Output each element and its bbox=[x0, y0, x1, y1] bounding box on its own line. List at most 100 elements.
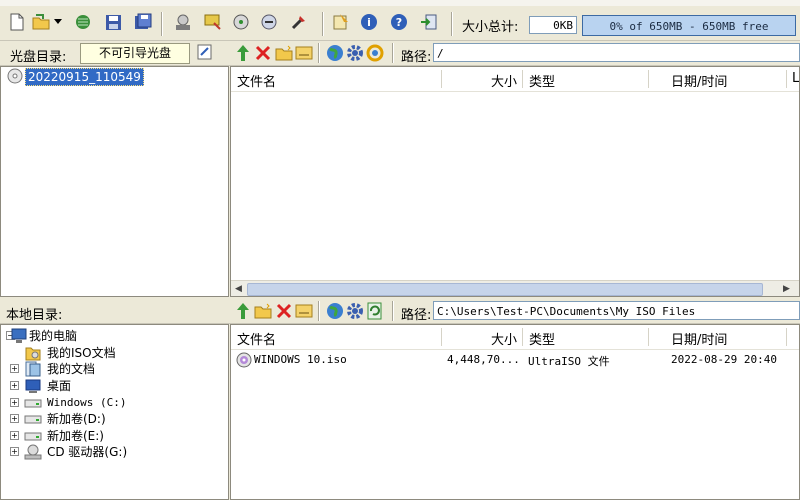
local-settings-button[interactable] bbox=[344, 300, 366, 322]
compress-button[interactable] bbox=[258, 11, 280, 33]
local-delete-button[interactable] bbox=[273, 300, 295, 322]
cd-delete-button[interactable] bbox=[252, 42, 274, 64]
local-up-button[interactable] bbox=[232, 300, 254, 322]
cd-new-folder-button[interactable] bbox=[273, 42, 295, 64]
expand-icon[interactable]: + bbox=[10, 414, 19, 423]
scroll-thumb[interactable] bbox=[247, 283, 763, 296]
burn-icon bbox=[204, 14, 221, 30]
help-button[interactable]: ? bbox=[388, 11, 410, 33]
exit-button[interactable] bbox=[418, 11, 440, 33]
boot-status-box[interactable]: 不可引导光盘 bbox=[80, 43, 190, 64]
edit-icon bbox=[197, 44, 212, 60]
cd-pane-header: 光盘目录: 不可引导光盘 路径: / bbox=[0, 41, 800, 66]
column-filename[interactable]: 文件名 bbox=[237, 329, 276, 348]
local-path-input[interactable]: C:\Users\Test-PC\Documents\My ISO Files bbox=[433, 301, 800, 320]
local-new-folder-button[interactable] bbox=[252, 300, 274, 322]
column-type[interactable]: 类型 bbox=[529, 71, 555, 90]
extract-icon bbox=[76, 15, 90, 29]
expand-icon[interactable]: + bbox=[10, 398, 19, 407]
cd-tree-root-label: 20220915_110549 bbox=[25, 68, 144, 86]
column-divider bbox=[522, 328, 523, 346]
local-browse-button[interactable] bbox=[324, 300, 346, 322]
total-size-label: 大小总计: bbox=[462, 20, 519, 35]
virtual-drive-icon bbox=[233, 14, 249, 30]
new-button[interactable] bbox=[6, 11, 28, 33]
file-date: 2022-08-29 20:40 bbox=[671, 353, 777, 366]
column-divider bbox=[648, 328, 649, 346]
column-divider bbox=[786, 70, 787, 88]
cd-path-input[interactable]: / bbox=[433, 43, 800, 62]
column-extra[interactable]: L bbox=[792, 71, 799, 86]
cd-horizontal-scrollbar[interactable]: ◀ ▶ bbox=[231, 280, 799, 296]
column-divider bbox=[786, 328, 787, 346]
properties-button[interactable] bbox=[288, 11, 310, 33]
tools-icon bbox=[291, 16, 305, 30]
refresh-icon bbox=[367, 302, 382, 320]
column-divider bbox=[648, 70, 649, 88]
help-icon: ? bbox=[391, 14, 407, 30]
toolbar-separator bbox=[161, 12, 163, 36]
column-date[interactable]: 日期/时间 bbox=[671, 329, 727, 348]
cd-file-list: 文件名 大小 类型 日期/时间 L ◀ ▶ bbox=[230, 66, 800, 297]
up-arrow-icon bbox=[237, 303, 249, 319]
extract-button[interactable] bbox=[72, 11, 94, 33]
cd-path-label: 路径: bbox=[401, 50, 432, 65]
info-button[interactable]: i bbox=[358, 11, 380, 33]
tree-item-label: 我的电脑 bbox=[29, 329, 78, 343]
local-refresh-button[interactable] bbox=[364, 300, 386, 322]
floppy-disk-icon bbox=[105, 14, 121, 30]
save-as-button[interactable] bbox=[132, 11, 154, 33]
folder-icon bbox=[25, 347, 41, 361]
column-type[interactable]: 类型 bbox=[529, 329, 555, 348]
cd-image-icon bbox=[176, 14, 190, 30]
scroll-left-icon[interactable]: ◀ bbox=[235, 284, 242, 294]
save-button[interactable] bbox=[102, 11, 124, 33]
boot-edit-button[interactable] bbox=[196, 43, 214, 61]
burn-button[interactable] bbox=[202, 11, 224, 33]
cd-rename-button[interactable] bbox=[293, 42, 315, 64]
column-filename[interactable]: 文件名 bbox=[237, 71, 276, 90]
local-pane-header: 本地目录: 路径: C:\Users\Test-PC\Documents\My … bbox=[0, 299, 800, 324]
expand-icon[interactable]: + bbox=[10, 381, 19, 390]
expand-icon[interactable]: + bbox=[10, 364, 19, 373]
toolbar-separator bbox=[322, 12, 324, 36]
option-icon bbox=[333, 14, 348, 30]
expand-icon[interactable]: + bbox=[10, 431, 19, 440]
tree-item-label: Windows (C:) bbox=[47, 396, 127, 409]
new-folder-icon bbox=[275, 45, 293, 61]
dropdown-button[interactable] bbox=[52, 11, 64, 33]
cd-up-button[interactable] bbox=[232, 42, 254, 64]
column-size[interactable]: 大小 bbox=[491, 329, 517, 348]
toolbar-separator bbox=[318, 301, 320, 321]
column-size[interactable]: 大小 bbox=[491, 71, 517, 90]
local-column-header: 文件名 大小 类型 日期/时间 bbox=[231, 325, 799, 350]
refresh-icon bbox=[366, 44, 384, 62]
make-image-button[interactable] bbox=[172, 11, 194, 33]
main-toolbar: i ? 大小总计: 0KB 0% of 650MB - 650MB free bbox=[0, 6, 800, 41]
mount-button[interactable] bbox=[230, 11, 252, 33]
tree-item-label: 我的ISO文档 bbox=[47, 346, 116, 360]
table-row[interactable]: WINDOWS 10.iso 4,448,70... UltraISO 文件 2… bbox=[231, 351, 799, 369]
up-arrow-icon bbox=[237, 45, 249, 61]
save-as-icon bbox=[135, 13, 152, 29]
new-folder-icon bbox=[254, 303, 272, 319]
cd-browse-button[interactable] bbox=[324, 42, 346, 64]
column-divider bbox=[441, 328, 442, 346]
chevron-down-icon bbox=[54, 19, 62, 24]
tree-item-label: 新加卷(D:) bbox=[47, 412, 106, 426]
cd-refresh-button[interactable] bbox=[364, 42, 386, 64]
tree-item-label: 新加卷(E:) bbox=[47, 429, 104, 443]
scroll-right-icon[interactable]: ▶ bbox=[783, 284, 790, 294]
local-rename-button[interactable] bbox=[293, 300, 315, 322]
cd-disc-icon bbox=[7, 68, 23, 84]
expand-icon[interactable]: + bbox=[10, 447, 19, 456]
toolbar-separator bbox=[451, 12, 453, 36]
documents-icon bbox=[25, 361, 41, 377]
open-button[interactable] bbox=[30, 11, 52, 33]
toolbar-separator bbox=[318, 43, 320, 63]
option-button[interactable] bbox=[330, 11, 352, 33]
cd-settings-button[interactable] bbox=[344, 42, 366, 64]
column-date[interactable]: 日期/时间 bbox=[671, 71, 727, 90]
total-size-value: 0KB bbox=[529, 16, 577, 34]
world-icon bbox=[327, 303, 343, 319]
